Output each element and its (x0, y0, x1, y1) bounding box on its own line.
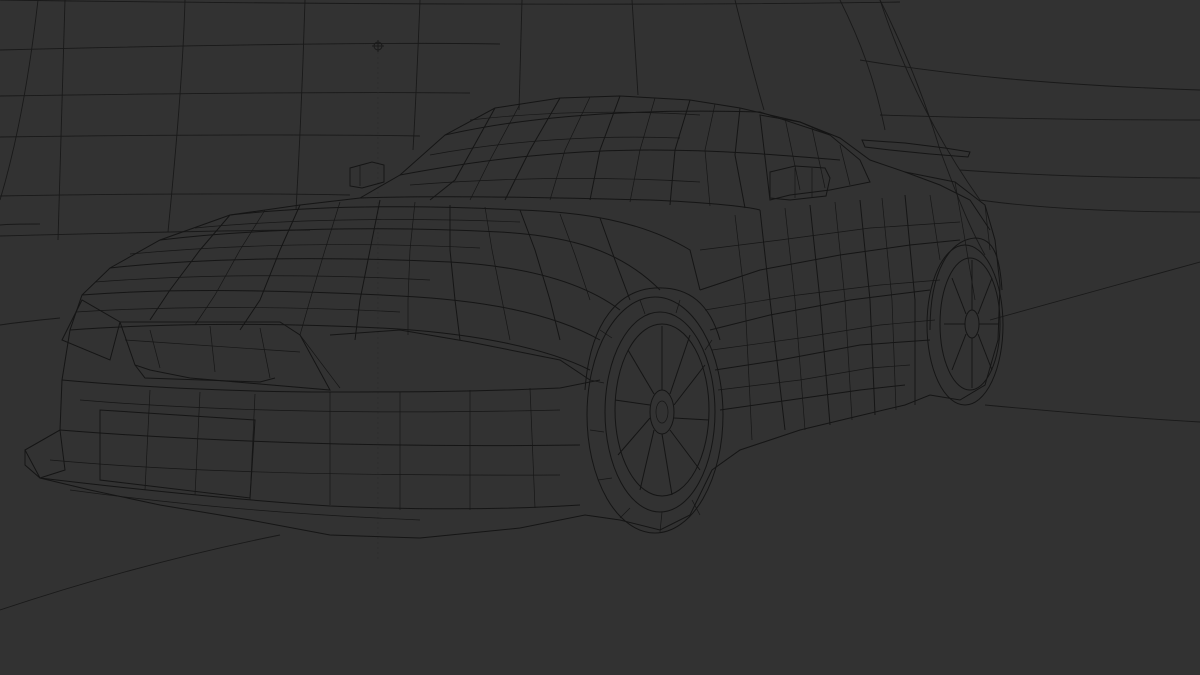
empty-object-origin[interactable] (372, 40, 384, 560)
3d-viewport[interactable] (0, 0, 1200, 675)
rear-spoiler[interactable] (861, 139, 971, 158)
side-mirror-left[interactable] (349, 161, 385, 189)
environment-backdrop (0, 0, 1200, 611)
rear-wheel[interactable] (926, 237, 1004, 406)
wireframe-canvas[interactable] (0, 0, 1200, 675)
car-body[interactable] (24, 95, 1001, 539)
front-wheel[interactable] (584, 287, 724, 534)
